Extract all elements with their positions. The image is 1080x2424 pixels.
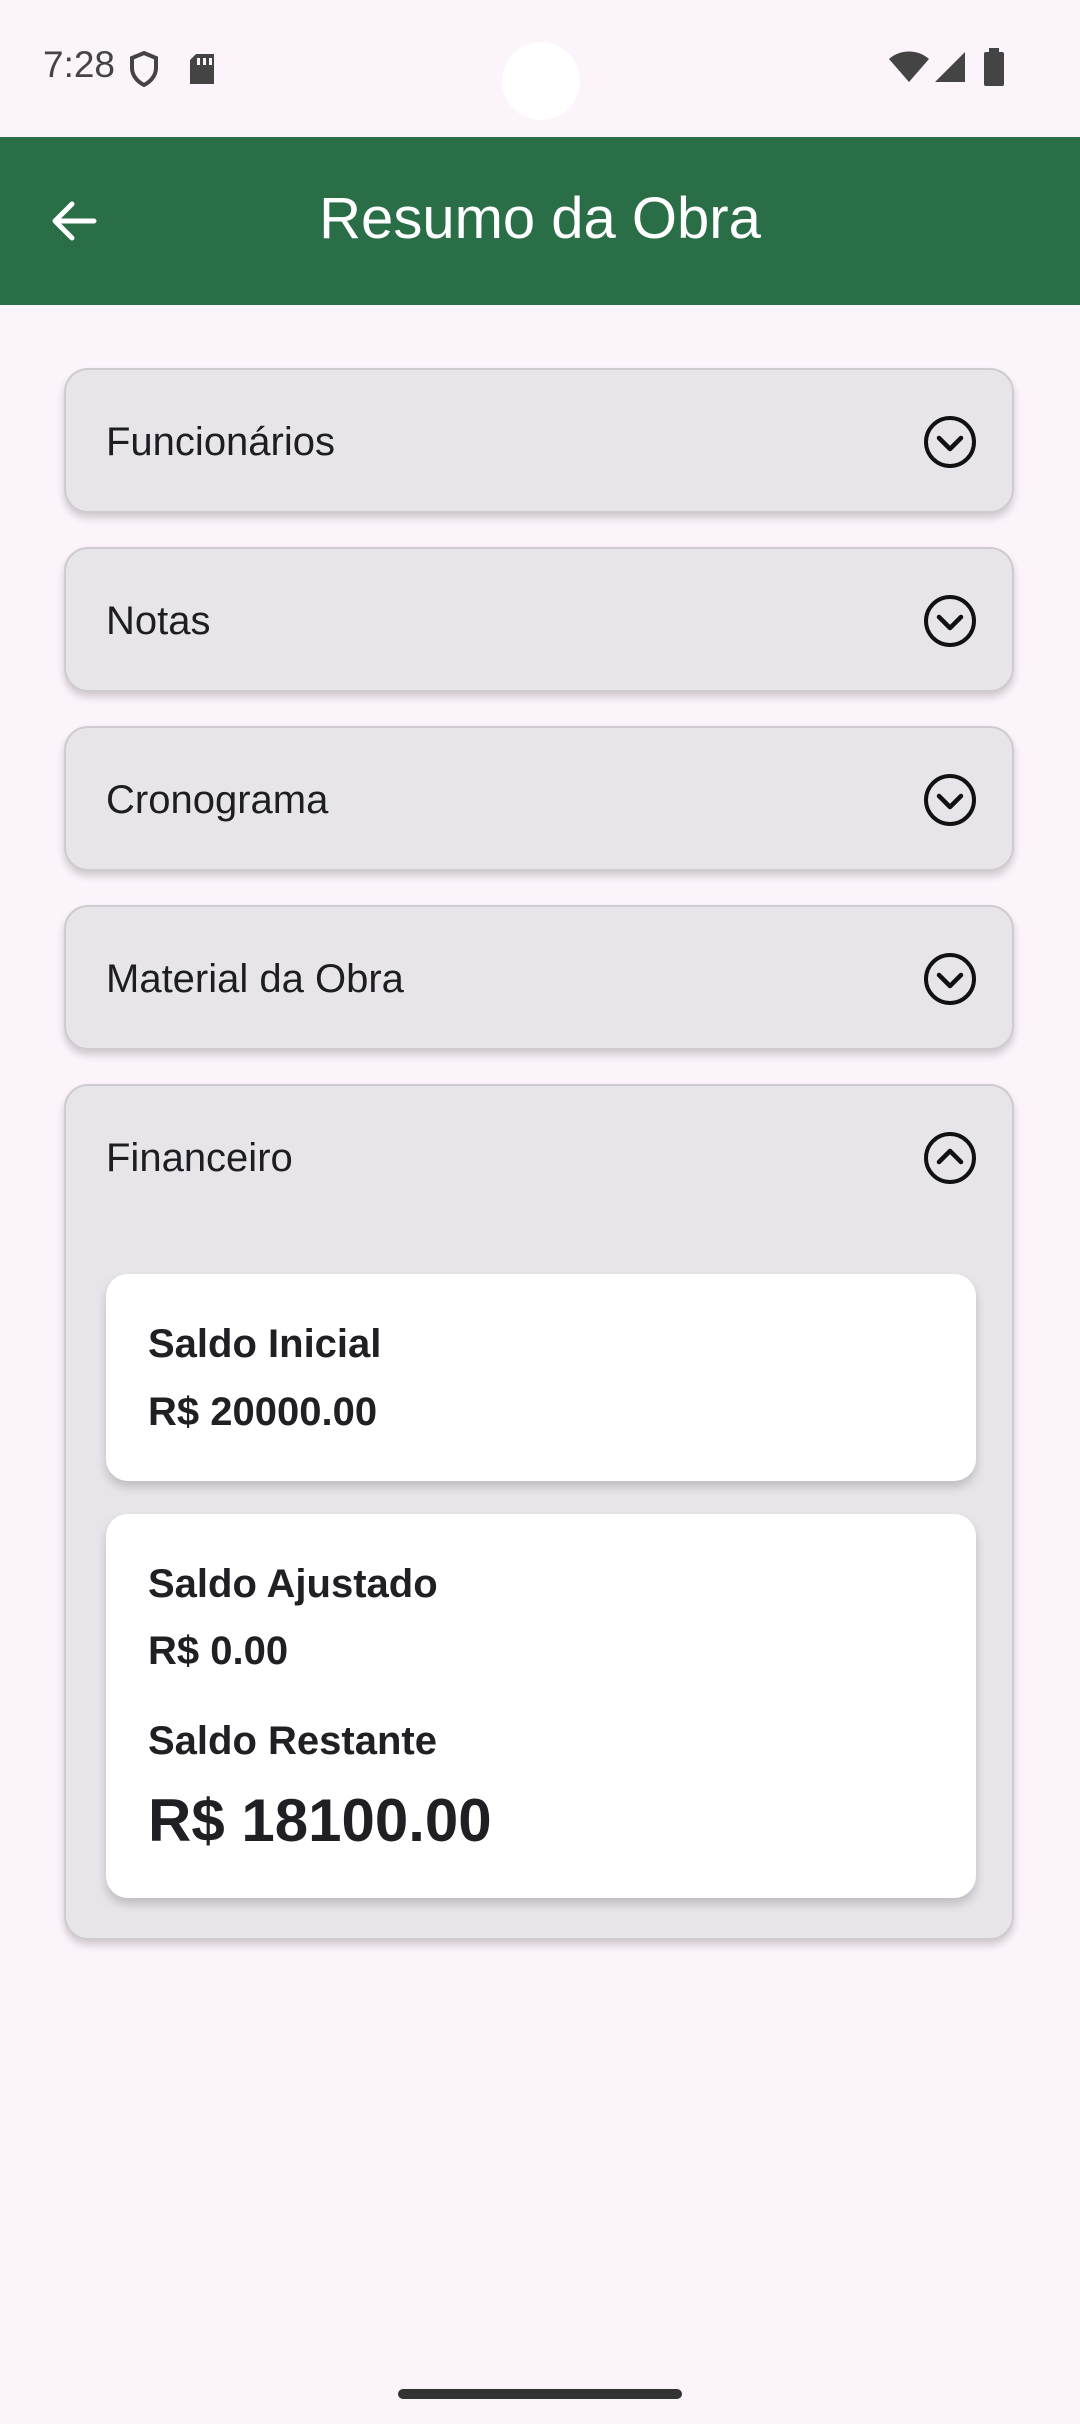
- section-funcionarios: Funcionários: [64, 368, 1014, 513]
- page-title: Resumo da Obra: [319, 186, 761, 251]
- section-financeiro: Financeiro Saldo Inicial R$ 20000.00 Sal…: [64, 1084, 1014, 1940]
- sd-card-icon: [190, 54, 214, 84]
- saldo-ajustado-label: Saldo Ajustado: [148, 1562, 438, 1606]
- chevron-down-icon: [924, 416, 976, 468]
- section-label: Cronograma: [106, 778, 329, 822]
- section-financeiro-header[interactable]: Financeiro: [66, 1086, 1012, 1229]
- section-label: Notas: [106, 599, 211, 643]
- section-label: Financeiro: [106, 1136, 293, 1180]
- section-material-header[interactable]: Material da Obra: [66, 907, 1012, 1050]
- chevron-up-icon: [924, 1132, 976, 1184]
- saldo-ajustado-value: R$ 0.00: [148, 1629, 289, 1673]
- section-label: Material da Obra: [106, 957, 404, 1001]
- app-bar: Resumo da Obra: [0, 137, 1080, 305]
- saldo-restante-label: Saldo Restante: [148, 1719, 437, 1763]
- saldo-inicial-card: Saldo Inicial R$ 20000.00: [106, 1274, 976, 1481]
- signal-icon: [935, 52, 965, 82]
- chevron-down-icon: [924, 595, 976, 647]
- camera-cutout: [502, 42, 580, 120]
- status-bar: 7:28: [0, 0, 1080, 137]
- saldo-details-card: Saldo Ajustado R$ 0.00 Saldo Restante R$…: [106, 1514, 976, 1898]
- section-label: Funcionários: [106, 420, 336, 464]
- section-notas-header[interactable]: Notas: [66, 549, 1012, 692]
- battery-icon: [984, 48, 1004, 86]
- section-funcionarios-header[interactable]: Funcionários: [66, 370, 1012, 513]
- shield-icon: [130, 50, 158, 88]
- section-cronograma-header[interactable]: Cronograma: [66, 728, 1012, 871]
- saldo-inicial-label: Saldo Inicial: [148, 1322, 382, 1366]
- chevron-down-icon: [924, 774, 976, 826]
- home-indicator[interactable]: [398, 2389, 682, 2399]
- wifi-icon: [889, 51, 929, 82]
- chevron-down-icon: [924, 953, 976, 1005]
- section-notas: Notas: [64, 547, 1014, 692]
- section-material-da-obra: Material da Obra: [64, 905, 1014, 1050]
- saldo-restante-value: R$ 18100.00: [148, 1787, 492, 1854]
- section-cronograma: Cronograma: [64, 726, 1014, 871]
- saldo-inicial-value: R$ 20000.00: [148, 1390, 378, 1434]
- status-time: 7:28: [43, 44, 116, 85]
